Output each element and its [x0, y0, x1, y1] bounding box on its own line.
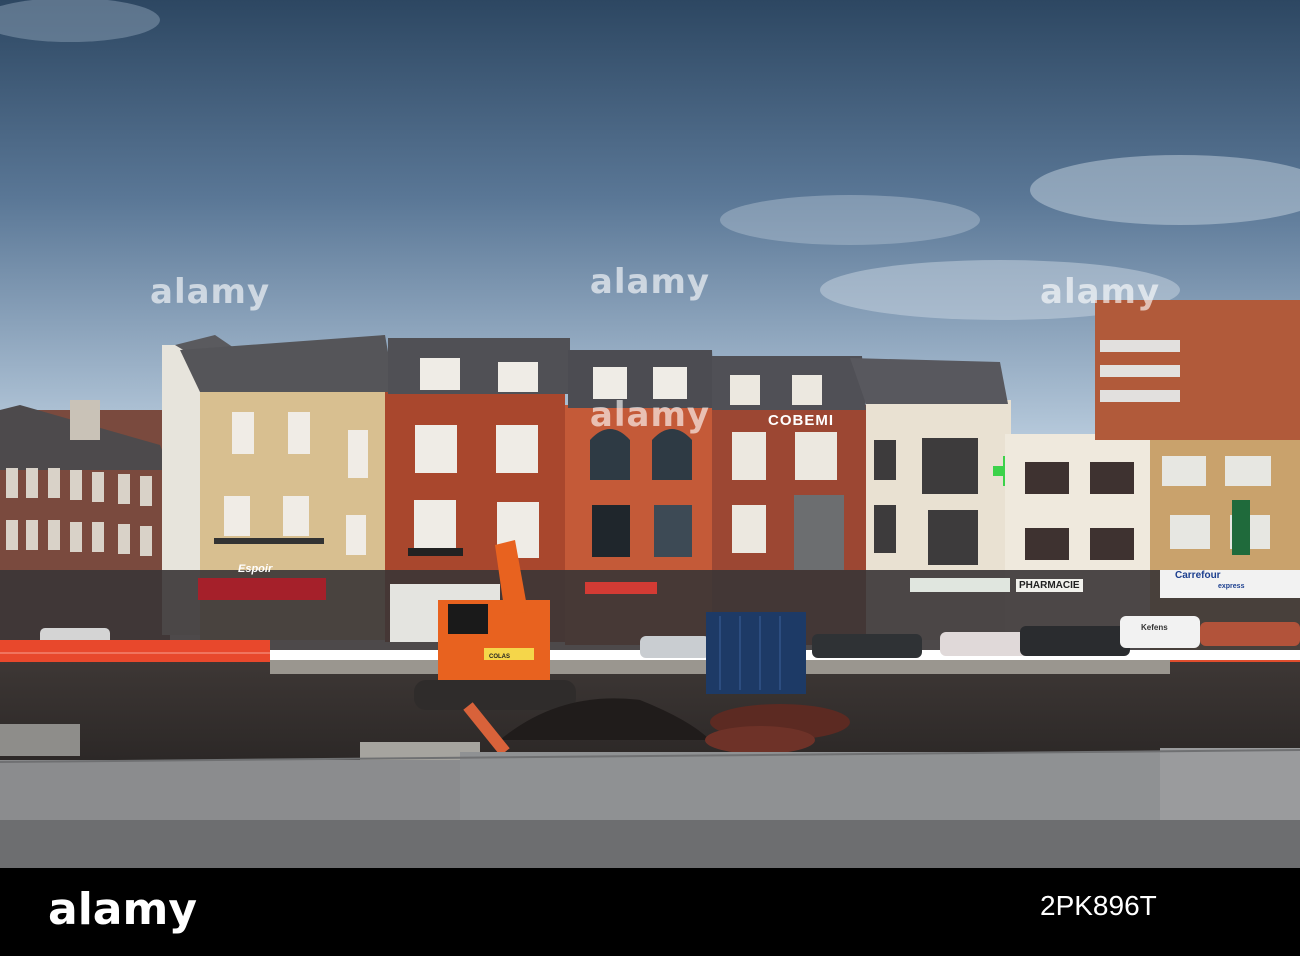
alamy-logo: alamy: [48, 884, 197, 935]
photo-scene: alamy alamy alamy alamy COBEMI PHARMACIE…: [0, 0, 1300, 868]
image-id: 2PK896T: [1040, 890, 1157, 921]
watermark-text: alamy: [150, 272, 271, 312]
concrete-wall: [1160, 748, 1300, 820]
carrefour-sign: Carrefour: [1175, 570, 1221, 581]
pharmacie-sign: PHARMACIE: [1016, 579, 1083, 592]
cafe-sign: Espoir: [238, 563, 273, 575]
concrete-wall: [460, 752, 1160, 820]
concrete-block: [0, 724, 80, 756]
pavement: [0, 820, 1300, 868]
van-label: Kefens: [1141, 623, 1168, 632]
watermark-text: alamy: [1040, 272, 1161, 312]
excavator-brand-label: COLAS: [489, 654, 510, 660]
cloud: [720, 195, 980, 245]
carrefour-sub-sign: express: [1218, 583, 1245, 590]
concrete-wall: [0, 760, 460, 820]
cobemi-sign: COBEMI: [768, 412, 834, 429]
watermark-text: alamy: [589, 262, 711, 302]
watermark-text: alamy: [589, 395, 711, 435]
